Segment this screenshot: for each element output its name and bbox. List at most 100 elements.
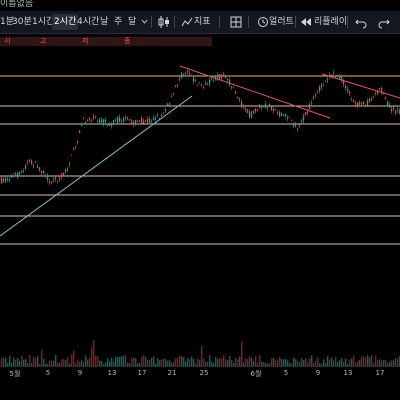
interval-week[interactable]: 주: [114, 11, 122, 33]
candle-body: [233, 86, 235, 88]
candle-body: [265, 104, 267, 108]
volume-bar: [281, 358, 283, 366]
volume-bar: [295, 359, 297, 366]
candle-body: [67, 169, 69, 170]
volume-bar: [177, 357, 179, 366]
bottom-panel: [0, 379, 400, 400]
candle-body: [147, 118, 149, 123]
volume-bar: [95, 355, 97, 366]
time-axis-tick-label: 5월: [9, 370, 21, 378]
volume-bar: [17, 358, 19, 366]
legend-open-label: 시: [4, 37, 11, 45]
volume-bar: [215, 357, 217, 366]
interval-day[interactable]: 날: [100, 11, 108, 33]
volume-bar: [369, 357, 371, 366]
alert-button[interactable]: 얼러트: [269, 11, 294, 33]
candle-body: [155, 117, 157, 120]
candle-body: [105, 119, 107, 122]
candle-body: [299, 124, 301, 126]
redo-icon[interactable]: [378, 15, 390, 29]
candle-body: [251, 112, 253, 118]
candle-body: [231, 86, 233, 88]
candle-body: [237, 96, 239, 99]
volume-bar: [175, 358, 177, 366]
candle-body: [191, 75, 193, 77]
candle-body: [379, 88, 381, 90]
undo-icon[interactable]: [355, 15, 367, 29]
candle-body: [33, 165, 35, 167]
interval-30m[interactable]: 30분: [12, 11, 32, 33]
candle-body: [333, 72, 335, 74]
candle-body: [357, 102, 359, 106]
volume-bar: [341, 357, 343, 366]
interval-month[interactable]: 달: [128, 11, 136, 33]
layout-grid-icon[interactable]: [230, 15, 242, 28]
candle-body: [383, 93, 385, 95]
candle-body: [25, 165, 27, 170]
volume-bar: [133, 357, 135, 366]
candle-body: [249, 111, 251, 118]
candle-body: [13, 175, 15, 177]
volume-bar: [201, 345, 203, 366]
volume-bar: [179, 355, 181, 366]
volume-bar: [241, 341, 243, 366]
candle-body: [245, 108, 247, 111]
candle-body: [395, 110, 397, 113]
candle-body: [307, 110, 309, 113]
volume-bar: [311, 355, 313, 366]
candle-body: [303, 115, 305, 121]
candle-body: [135, 120, 137, 124]
chart-type-candles-icon[interactable]: [158, 15, 169, 28]
candle-body: [269, 104, 271, 106]
candle-body: [133, 122, 135, 125]
candle-body: [259, 106, 261, 108]
indicators-button[interactable]: 지표: [194, 11, 211, 33]
interval-dropdown-chevron-icon[interactable]: [141, 11, 148, 33]
price-chart[interactable]: [0, 46, 400, 366]
volume-bar: [151, 357, 153, 366]
candle-body: [139, 120, 141, 122]
candle-body: [115, 119, 117, 121]
candle-body: [83, 118, 85, 120]
candle-body: [9, 179, 11, 181]
candle-body: [21, 171, 23, 173]
candle-body: [89, 118, 91, 120]
volume-bar: [1, 357, 3, 366]
candle-body: [289, 116, 291, 118]
replay-rewind-icon[interactable]: [300, 15, 311, 27]
volume-bar: [217, 358, 219, 366]
candle-body: [235, 91, 237, 94]
candle-body: [387, 101, 389, 105]
candle-body: [349, 91, 351, 94]
candle-body: [287, 117, 289, 119]
volume-bar: [239, 356, 241, 366]
volume-bar: [115, 356, 117, 366]
alert-clock-icon[interactable]: [257, 15, 268, 27]
candle-body: [161, 114, 163, 117]
volume-bar: [85, 355, 87, 366]
volume-bar: [63, 359, 65, 366]
interval-1h[interactable]: 1시간: [32, 11, 54, 33]
candle-body: [187, 70, 189, 73]
volume-bar: [229, 355, 231, 366]
volume-bar: [29, 355, 31, 366]
volume-bar: [143, 355, 145, 366]
indicators-icon[interactable]: [181, 15, 193, 27]
replay-button[interactable]: 리플레이: [314, 11, 347, 33]
candle-body: [149, 118, 151, 123]
candle-body: [369, 98, 371, 102]
candle-body: [131, 121, 133, 124]
legend-low-label: 저: [82, 37, 89, 45]
volume-bar: [197, 358, 199, 366]
candle-body: [371, 98, 373, 100]
candle-body: [317, 90, 319, 92]
interval-4h[interactable]: 4시간: [77, 11, 99, 33]
volume-bar: [89, 357, 91, 366]
candle-body: [15, 173, 17, 175]
volume-bar: [335, 356, 337, 366]
interval-2h[interactable]: 2시간: [52, 14, 79, 30]
volume-bar: [309, 358, 311, 366]
toolbar-divider: [347, 16, 348, 28]
candle-body: [181, 72, 183, 79]
time-axis-tick-label: 9: [315, 369, 321, 377]
